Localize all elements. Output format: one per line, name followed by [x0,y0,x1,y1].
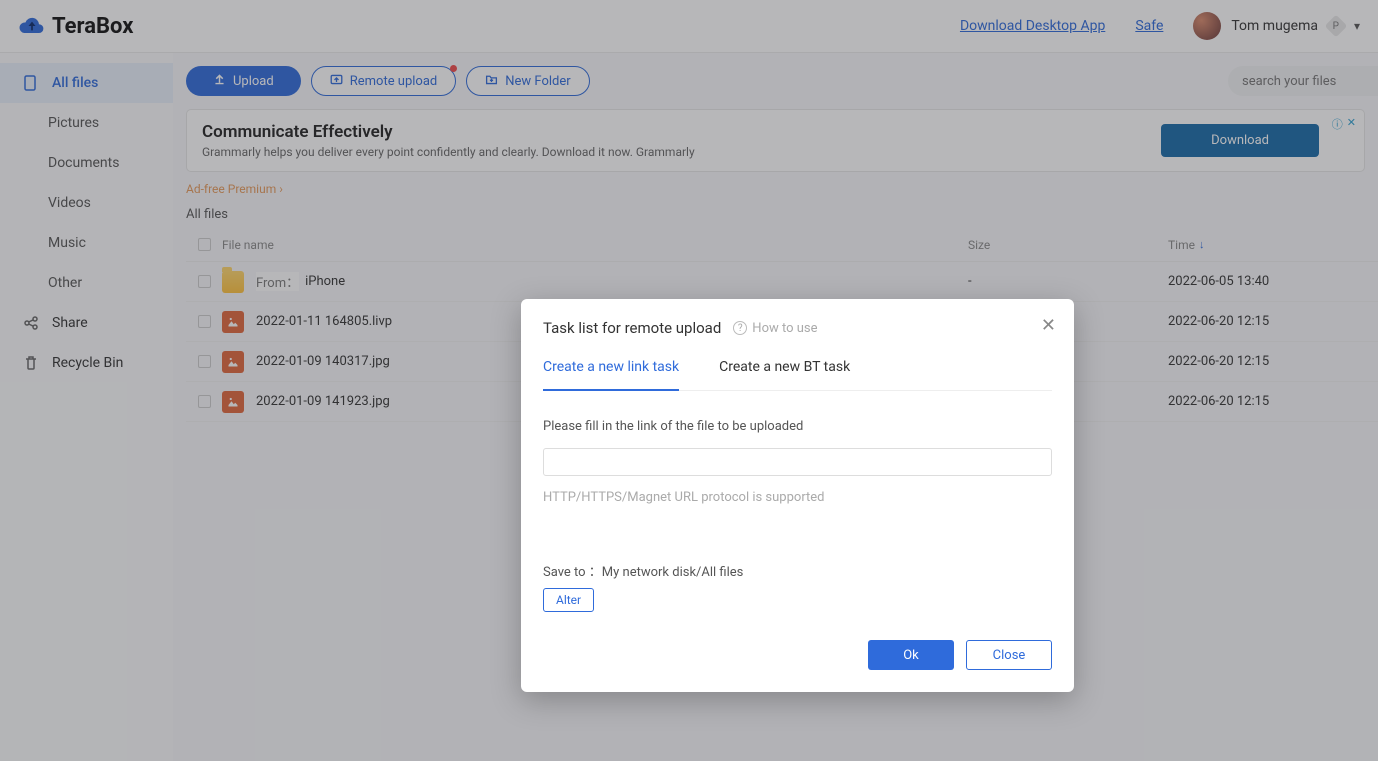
save-to-label: Save to ：My network disk/All files [543,561,1052,580]
remote-upload-modal: Task list for remote upload ? How to use… [521,299,1074,692]
tab-bt-task[interactable]: Create a new BT task [719,359,850,390]
alter-button[interactable]: Alter [543,588,594,612]
modal-title: Task list for remote upload [543,319,721,337]
close-icon[interactable]: ✕ [1041,315,1056,336]
close-button[interactable]: Close [966,640,1052,670]
url-field-label: Please fill in the link of the file to b… [543,419,1052,434]
modal-overlay[interactable]: Task list for remote upload ? How to use… [0,0,1378,761]
help-icon: ? [733,321,747,335]
url-input[interactable] [543,448,1052,476]
modal-title-row: Task list for remote upload ? How to use [543,319,1052,337]
url-hint: HTTP/HTTPS/Magnet URL protocol is suppor… [543,490,1052,505]
modal-actions: Ok Close [543,640,1052,670]
how-to-use-link[interactable]: ? How to use [733,321,817,336]
tab-link-task[interactable]: Create a new link task [543,359,679,391]
modal-tabs: Create a new link task Create a new BT t… [543,359,1052,391]
ok-button[interactable]: Ok [868,640,954,670]
